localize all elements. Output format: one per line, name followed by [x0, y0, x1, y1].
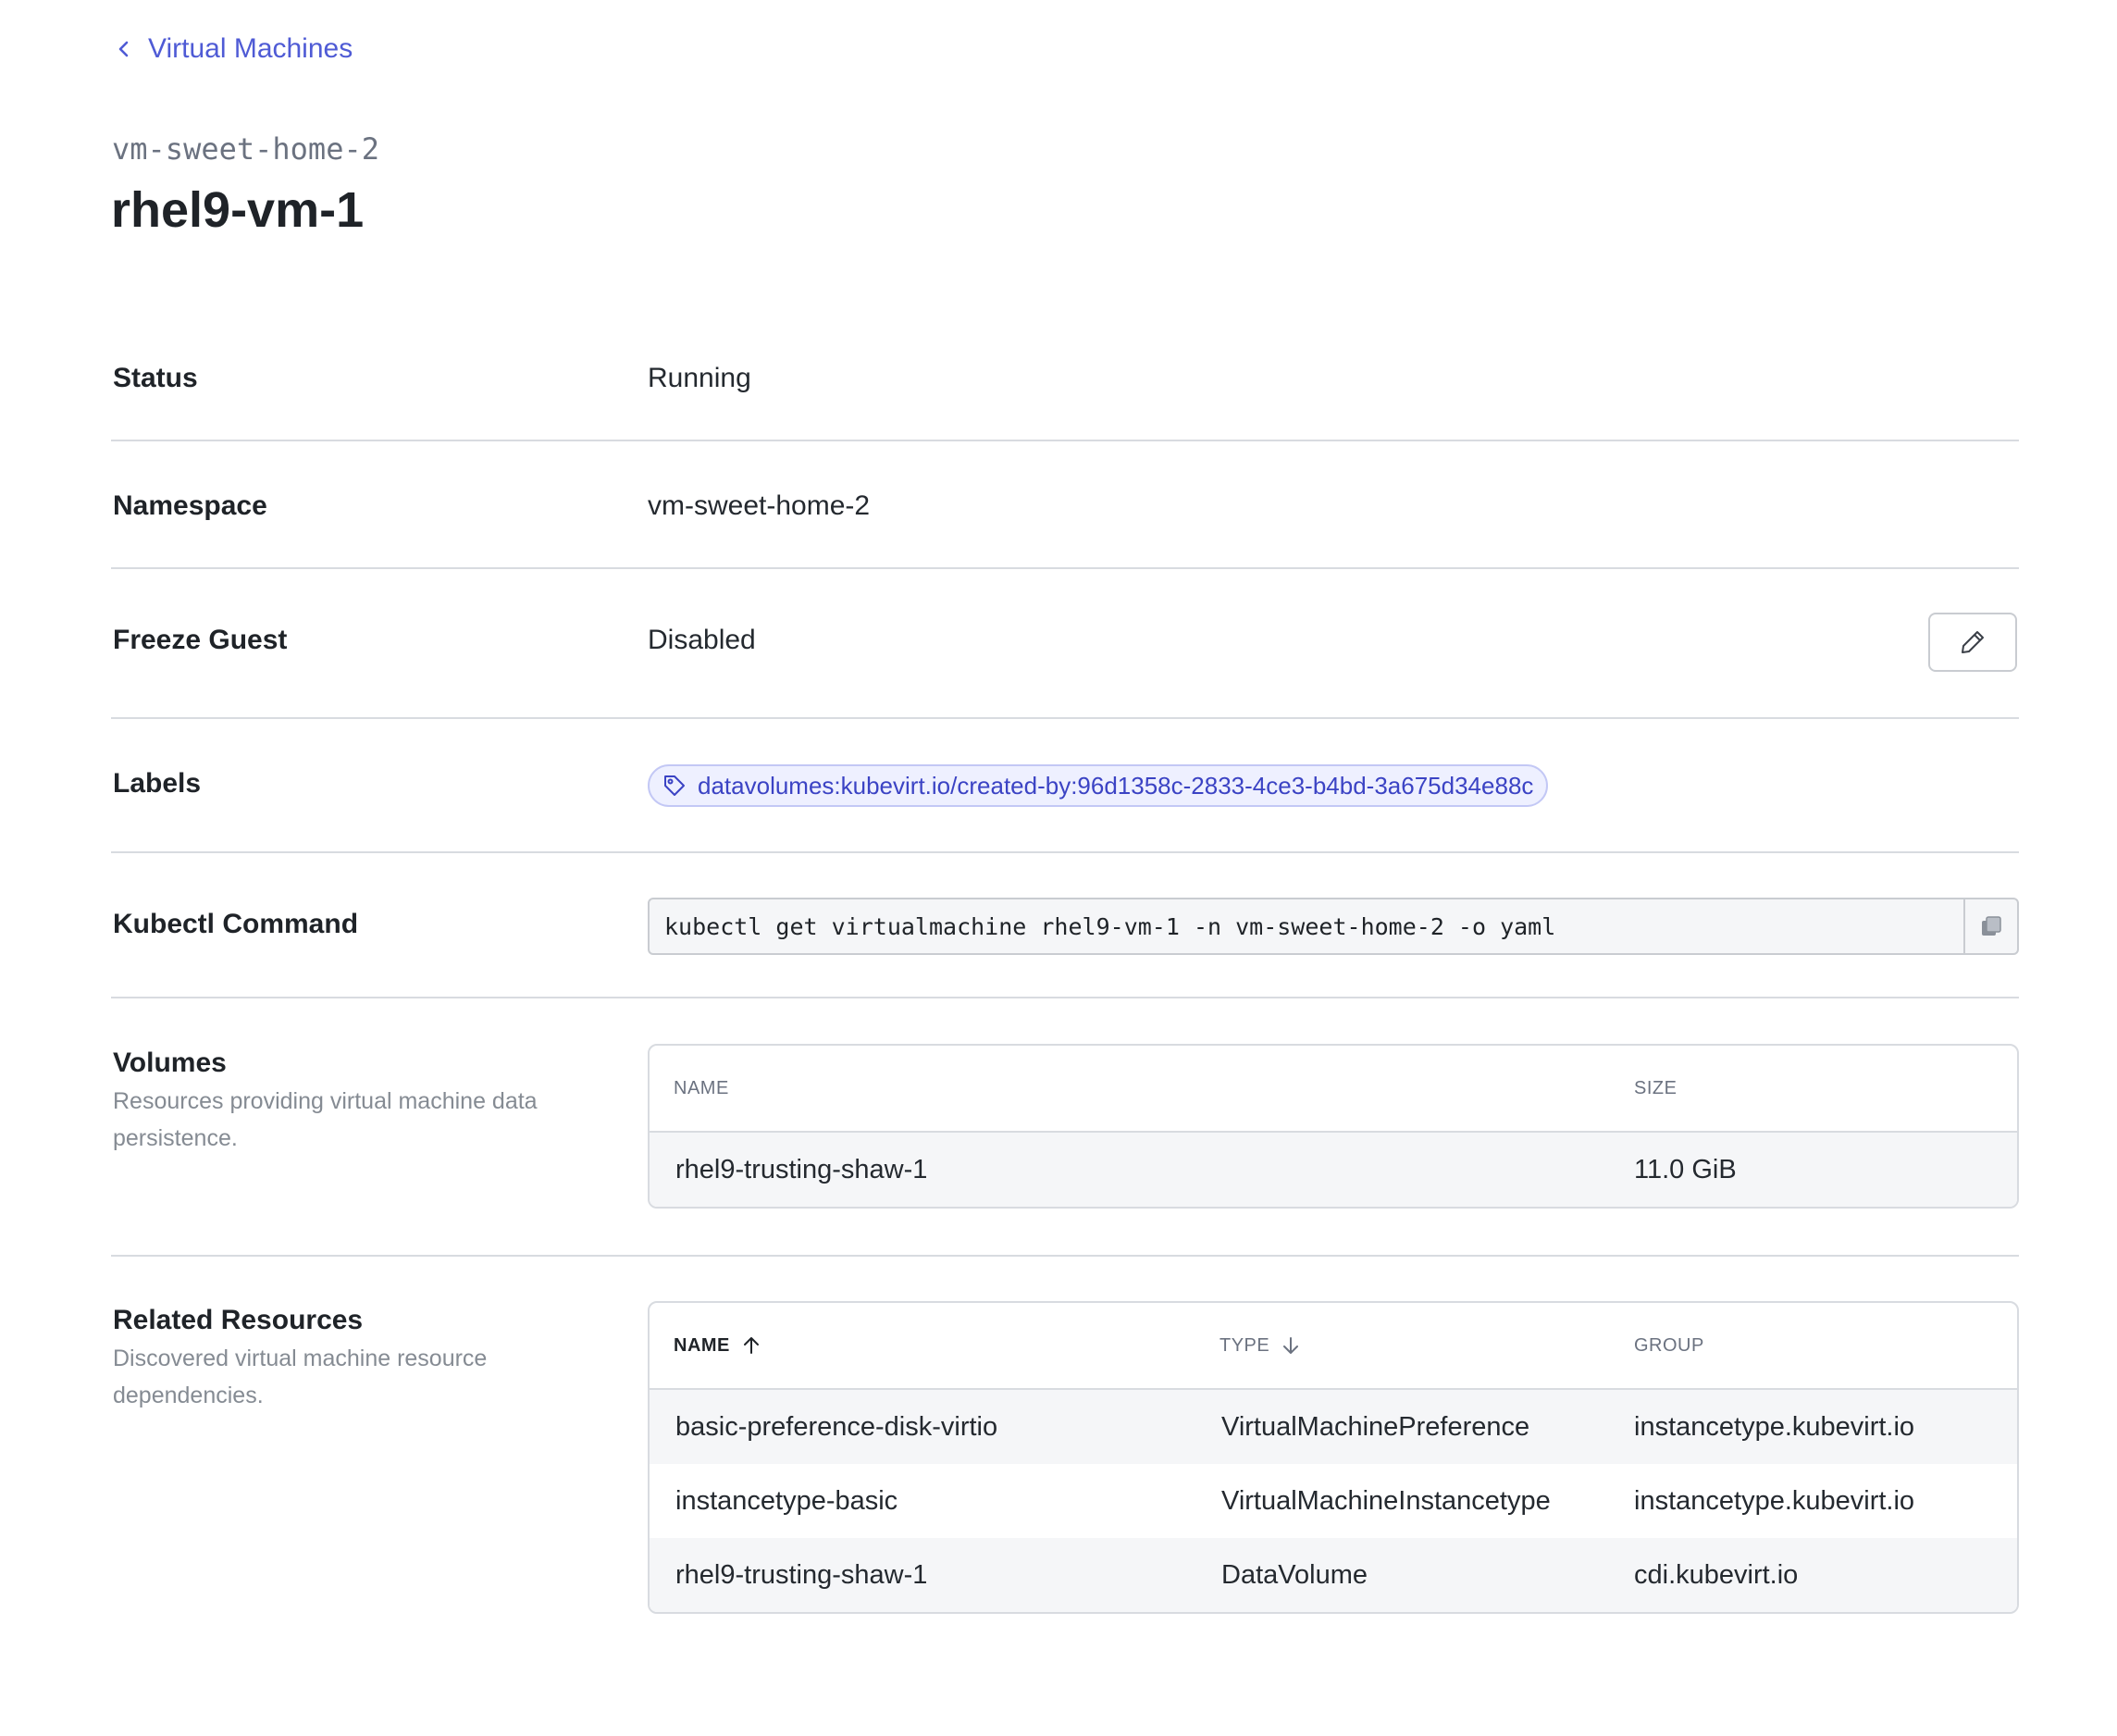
column-header-size[interactable]: SIZE [1634, 1078, 1677, 1099]
resource-type-cell: VirtualMachineInstancetype [1221, 1485, 1551, 1516]
column-header-type-label: TYPE [1219, 1334, 1270, 1356]
table-row: rhel9-trusting-shaw-1 11.0 GiB [650, 1133, 2017, 1207]
namespace-row: Namespace vm-sweet-home-2 [111, 481, 2019, 564]
volumes-table: NAME SIZE rhel9-trusting-shaw-1 11.0 GiB [648, 1044, 2019, 1209]
resource-type-cell: DataVolume [1221, 1559, 1368, 1590]
table-header: NAME TYPE GROUP [650, 1303, 2017, 1390]
volumes-section: Volumes Resources providing virtual mach… [111, 1036, 2019, 1240]
divider [111, 997, 2019, 998]
volumes-title: Volumes [113, 1048, 227, 1078]
labels-row: Labels datavolumes:kubevirt.io/created-b… [111, 759, 2019, 842]
divider [111, 717, 2019, 719]
divider [111, 1255, 2019, 1257]
kubectl-row: Kubectl Command kubectl get virtualmachi… [111, 893, 2019, 986]
back-link-label: Virtual Machines [148, 33, 353, 64]
volumes-description: Resources providing virtual machine data… [113, 1088, 538, 1151]
namespace-heading: vm-sweet-home-2 [112, 131, 379, 167]
volume-name-cell: rhel9-trusting-shaw-1 [675, 1154, 928, 1184]
copy-command-button[interactable] [1963, 899, 2017, 953]
table-row: basic-preference-disk-virtio VirtualMach… [650, 1390, 2017, 1464]
table-row: rhel9-trusting-shaw-1 DataVolume cdi.kub… [650, 1538, 2017, 1612]
labels-label: Labels [113, 768, 202, 799]
resource-name-cell: basic-preference-disk-virtio [675, 1411, 998, 1442]
resource-group-cell: cdi.kubevirt.io [1634, 1559, 1799, 1590]
column-header-type[interactable]: TYPE [1219, 1335, 1301, 1357]
kubectl-command-text[interactable]: kubectl get virtualmachine rhel9-vm-1 -n… [650, 913, 1963, 940]
kubectl-command-box: kubectl get virtualmachine rhel9-vm-1 -n… [648, 898, 2019, 955]
resource-type-cell: VirtualMachinePreference [1221, 1411, 1530, 1442]
kubectl-label: Kubectl Command [113, 909, 359, 939]
divider [111, 440, 2019, 441]
related-resources-section: Related Resources Discovered virtual mac… [111, 1294, 2019, 1627]
column-header-group[interactable]: GROUP [1634, 1335, 1704, 1357]
status-value: Running [648, 363, 751, 393]
freeze-guest-value: Disabled [648, 625, 756, 655]
namespace-label: Namespace [113, 490, 267, 521]
chevron-left-icon [118, 41, 129, 57]
pencil-icon [1962, 631, 1984, 653]
divider [111, 567, 2019, 569]
resource-group-cell: instancetype.kubevirt.io [1634, 1411, 1915, 1442]
freeze-guest-row: Freeze Guest Disabled [111, 611, 2019, 703]
related-resources-table: NAME TYPE GROUP basic-preference-disk-vi… [648, 1301, 2019, 1614]
volume-size-cell: 11.0 GiB [1634, 1154, 1737, 1184]
column-header-name[interactable]: NAME [674, 1335, 761, 1357]
namespace-value: vm-sweet-home-2 [648, 490, 871, 521]
freeze-guest-label: Freeze Guest [113, 625, 288, 655]
edit-freeze-guest-button[interactable] [1928, 613, 2017, 672]
related-resources-title: Related Resources [113, 1305, 364, 1335]
back-link-virtual-machines[interactable]: Virtual Machines [113, 33, 353, 65]
label-chip[interactable]: datavolumes:kubevirt.io/created-by:96d13… [648, 764, 1549, 807]
resource-name-cell: instancetype-basic [675, 1485, 898, 1516]
status-row: Status Running [111, 352, 2019, 435]
status-label: Status [113, 363, 198, 393]
arrow-up-icon [743, 1337, 759, 1354]
label-chip-text: datavolumes:kubevirt.io/created-by:96d13… [698, 771, 1534, 800]
table-header: NAME SIZE [650, 1046, 2017, 1133]
divider [111, 851, 2019, 853]
column-header-name[interactable]: NAME [674, 1078, 729, 1099]
resource-name-cell: rhel9-trusting-shaw-1 [675, 1559, 928, 1590]
arrow-down-icon [1283, 1337, 1299, 1354]
copy-icon [1982, 916, 2001, 936]
resource-group-cell: instancetype.kubevirt.io [1634, 1485, 1915, 1516]
tag-icon [664, 775, 685, 796]
related-resources-description: Discovered virtual machine resource depe… [113, 1345, 488, 1408]
table-row: instancetype-basic VirtualMachineInstanc… [650, 1464, 2017, 1538]
column-header-name-label: NAME [674, 1334, 730, 1356]
page-title: rhel9-vm-1 [111, 182, 365, 238]
